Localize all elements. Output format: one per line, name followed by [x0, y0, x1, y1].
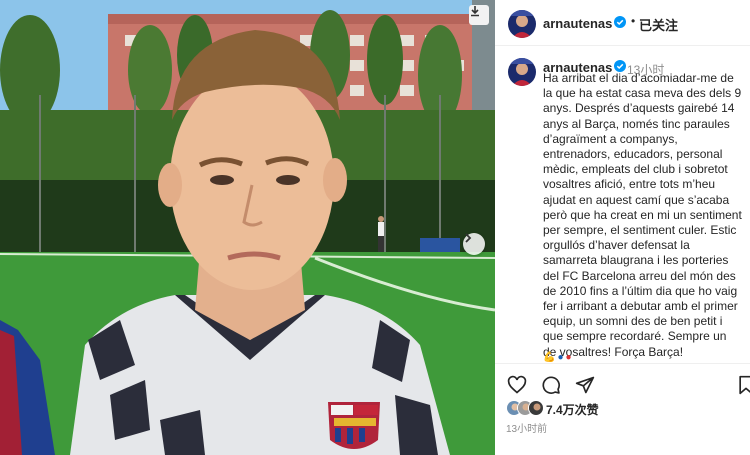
share-button[interactable] [574, 374, 596, 396]
red-circle-emoji-icon: ● [565, 352, 574, 363]
bookmark-icon [739, 375, 750, 395]
download-button[interactable] [469, 5, 489, 25]
next-photo-button[interactable] [463, 233, 485, 255]
flexed-arm-emoji-icon: 💪 [543, 352, 558, 363]
heart-icon [507, 375, 527, 394]
post-photo[interactable] [0, 0, 495, 455]
liker-avatar [528, 400, 544, 416]
like-button[interactable] [506, 374, 528, 396]
caption-emoji-row: 💪●● [543, 352, 574, 363]
following-button[interactable]: 已关注 [639, 15, 678, 34]
chevron-right-icon [465, 233, 472, 243]
post-header: arnautenas • 已关注 [495, 0, 750, 46]
author-username[interactable]: arnautenas [543, 16, 612, 31]
actions-divider [495, 363, 750, 364]
download-icon [471, 6, 479, 17]
caption-author-avatar[interactable] [508, 58, 536, 86]
post-timestamp[interactable]: 13小时前 [506, 420, 547, 435]
author-avatar[interactable] [508, 10, 536, 38]
header-separator: • [631, 14, 636, 28]
liker-avatars[interactable] [506, 400, 546, 416]
likes-count[interactable]: 7.4万次赞 [546, 401, 599, 418]
verified-badge-icon [614, 16, 626, 28]
avatar-image [508, 58, 536, 86]
blue-circle-emoji-icon: ● [557, 352, 566, 363]
avatar-image [508, 10, 536, 38]
comment-button[interactable] [540, 374, 562, 396]
save-button[interactable] [735, 374, 750, 396]
post-side-panel: arnautenas • 已关注 arnautenas 13小时 Ha arri… [495, 0, 750, 455]
photo-scene [0, 0, 495, 455]
caption-text: Ha arribat el dia d’acomiadar-me de la q… [543, 71, 742, 359]
comment-bubble-icon [542, 376, 560, 394]
paper-plane-icon [575, 376, 595, 394]
